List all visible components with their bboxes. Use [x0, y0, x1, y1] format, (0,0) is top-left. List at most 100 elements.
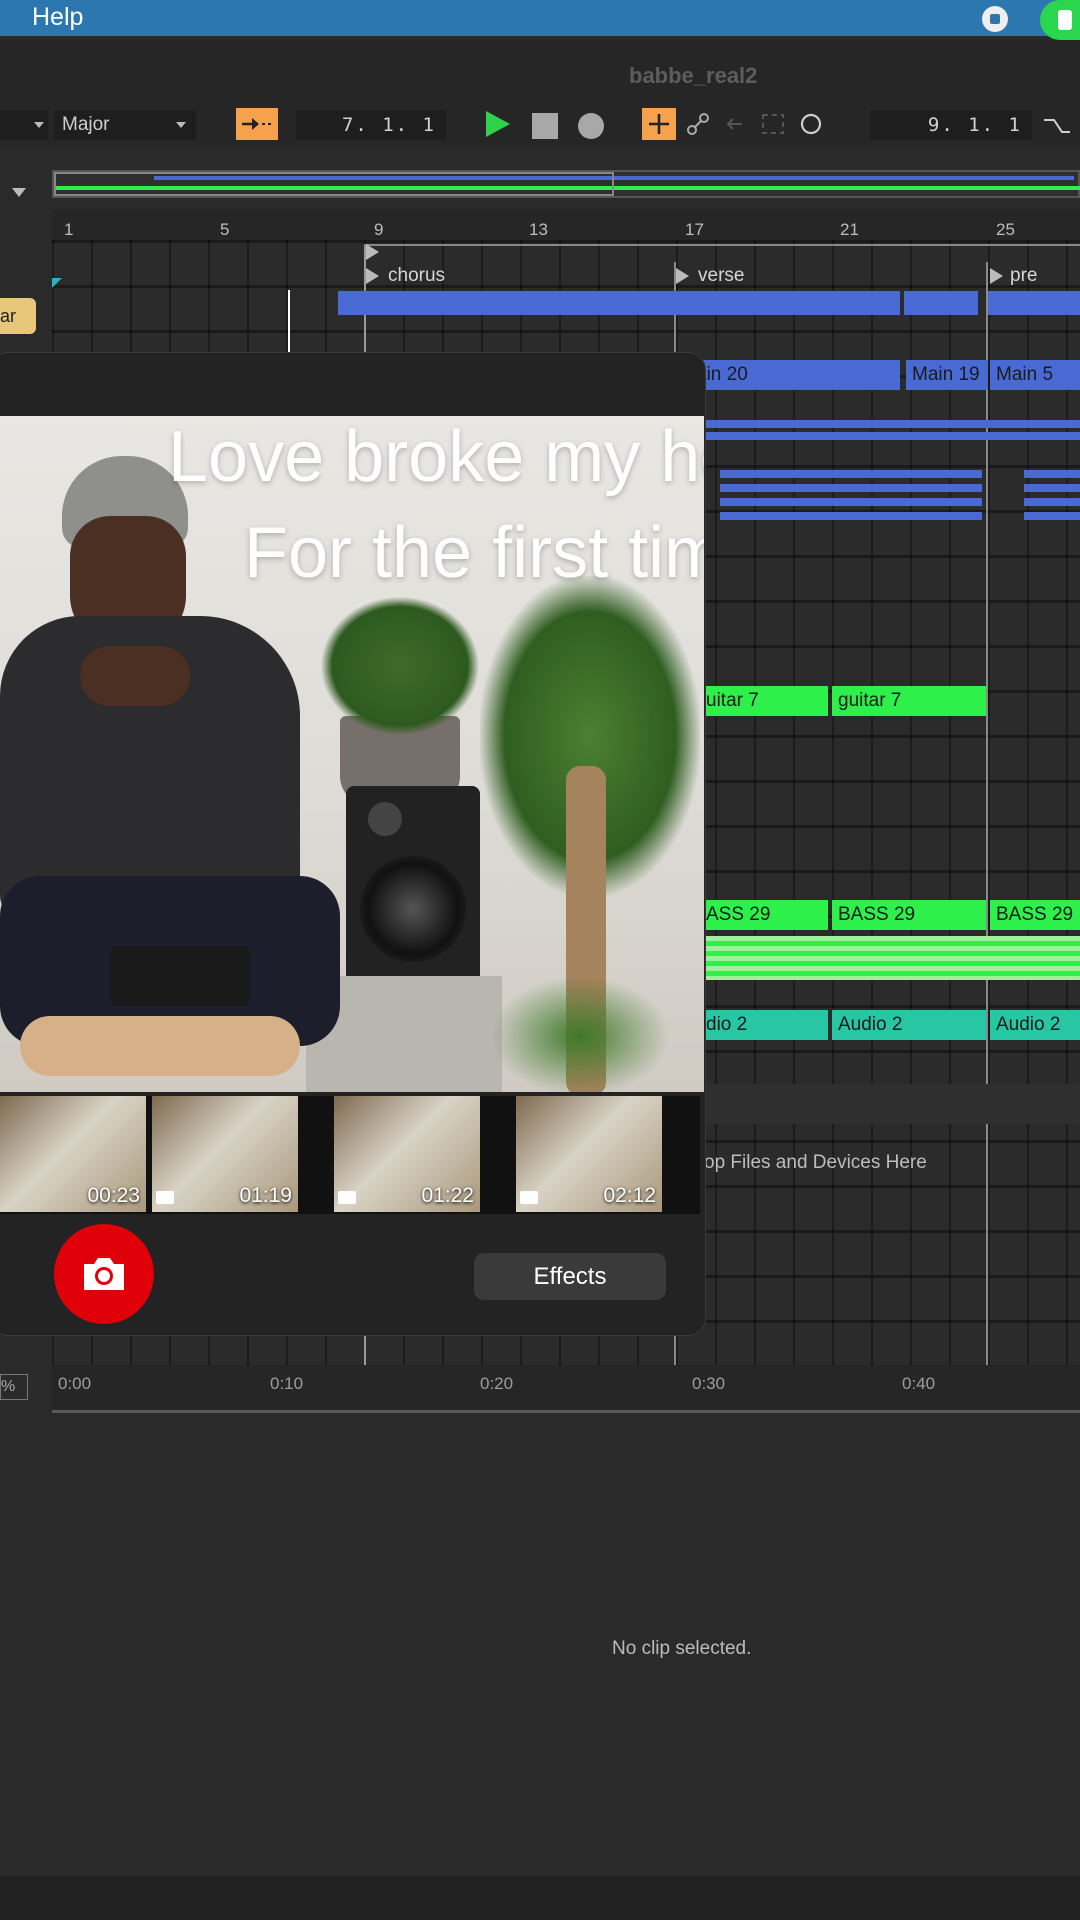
bass-clip[interactable]: BASS 29: [990, 900, 1080, 930]
main-clip[interactable]: Main 19: [906, 360, 988, 390]
loop-circle-icon[interactable]: [797, 110, 825, 138]
time-label: 0:10: [270, 1374, 304, 1393]
midi-notes: [1024, 470, 1080, 478]
midi-clip[interactable]: [904, 291, 978, 315]
automation-arm-icon[interactable]: [684, 110, 712, 138]
thumbnail-duration: 01:19: [239, 1184, 292, 1207]
video-caption-line1: Love broke my heart: [168, 417, 704, 497]
time-label: 0:00: [58, 1374, 92, 1393]
chevron-down-icon[interactable]: [12, 188, 26, 197]
main-clip[interactable]: Main 5: [990, 360, 1080, 390]
help-menu[interactable]: Help: [32, 3, 83, 32]
stool: [20, 1016, 300, 1076]
thumbnail[interactable]: 01:19: [152, 1096, 298, 1212]
locator-icon[interactable]: [676, 268, 689, 284]
person-hand: [80, 646, 190, 706]
follow-arrow-icon: [242, 118, 274, 130]
bar-number: 1: [64, 220, 74, 239]
scale-value: Major: [62, 114, 110, 135]
play-icon[interactable]: [482, 108, 512, 140]
thumbnail[interactable]: 02:12: [516, 1096, 662, 1212]
drum-machine: [110, 946, 250, 1006]
audio-clip[interactable]: Audio 2: [990, 1010, 1080, 1040]
camera-icon: [84, 1258, 124, 1290]
locator-icon[interactable]: [990, 268, 1003, 284]
speaker: [346, 786, 480, 986]
playhead[interactable]: [288, 290, 290, 356]
bass-waveform[interactable]: [700, 936, 1080, 980]
bar-number: 9: [374, 220, 384, 239]
capture-icon[interactable]: [760, 112, 786, 136]
status-bar: [0, 1876, 1080, 1920]
time-label: 0:30: [692, 1374, 726, 1393]
time-label: 0:40: [902, 1374, 936, 1393]
root-note-dropdown[interactable]: [0, 110, 48, 140]
bass-clip[interactable]: BASS 29: [832, 900, 986, 930]
scale-dropdown[interactable]: Major: [54, 110, 196, 140]
main-clip[interactable]: ain 20: [690, 360, 900, 390]
loop-start-icon[interactable]: [366, 244, 379, 260]
arrangement-overview[interactable]: [52, 170, 1080, 198]
video-caption-line2: For the first time: [244, 513, 704, 593]
bar-number: 17: [685, 220, 704, 239]
loop-brace[interactable]: [364, 244, 1080, 246]
video-preview[interactable]: Love broke my heart For the first time: [0, 416, 704, 1092]
bar-number: 5: [220, 220, 230, 239]
track-tag[interactable]: ar: [0, 298, 36, 334]
overdub-button[interactable]: [642, 108, 676, 140]
follow-button[interactable]: [236, 108, 278, 140]
plant-leaves: [490, 976, 670, 1092]
bass-clip[interactable]: ASS 29: [700, 900, 828, 930]
window-title: babbe_real2: [629, 63, 758, 88]
window-titlebar: [0, 40, 1080, 112]
punch-icon[interactable]: [1042, 112, 1072, 138]
status-pill-icon[interactable]: [1040, 0, 1080, 40]
arrangement-position[interactable]: 7. 1. 1: [296, 110, 446, 140]
audio-clip[interactable]: Audio 2: [832, 1010, 986, 1040]
back-to-arrangement-icon[interactable]: [722, 112, 748, 136]
bar-number: 21: [840, 220, 859, 239]
return-track-row[interactable]: [700, 1084, 1080, 1124]
detail-view: [0, 1420, 1080, 1875]
menu-bar: Help: [0, 0, 1080, 36]
beat-ruler[interactable]: [52, 210, 1080, 240]
audio-clip[interactable]: dio 2: [700, 1010, 828, 1040]
thumbnail-duration: 02:12: [603, 1184, 656, 1207]
zoom-percent[interactable]: %: [0, 1374, 28, 1400]
overview-viewport[interactable]: [54, 172, 614, 196]
no-clip-selected-text: No clip selected.: [612, 1638, 752, 1659]
locator-icon[interactable]: [366, 268, 379, 284]
locator-pre[interactable]: pre: [1010, 265, 1037, 287]
midi-clip[interactable]: [988, 291, 1080, 315]
midi-notes: [700, 432, 1080, 440]
midi-notes: [720, 470, 982, 478]
thumbnail[interactable]: 00:23: [0, 1096, 146, 1212]
record-icon[interactable]: [578, 113, 604, 139]
midi-notes: [1024, 498, 1080, 506]
midi-clip[interactable]: [338, 291, 900, 315]
midi-notes: [700, 420, 1080, 428]
midi-notes: [720, 484, 982, 492]
video-camera-icon: [338, 1191, 356, 1204]
screen-recording-icon[interactable]: [982, 6, 1008, 32]
loop-start-position[interactable]: 9. 1. 1: [870, 110, 1032, 140]
thumbnail[interactable]: 01:22: [334, 1096, 480, 1212]
locator-chorus[interactable]: chorus: [388, 265, 445, 287]
midi-notes: [720, 512, 982, 520]
guitar-clip[interactable]: guitar 7: [832, 686, 986, 716]
effects-button[interactable]: Effects: [474, 1253, 666, 1300]
video-camera-icon: [520, 1191, 538, 1204]
plus-icon: [649, 114, 669, 134]
guitar-clip[interactable]: uitar 7: [700, 686, 828, 716]
track-tag-label: ar: [0, 306, 17, 326]
shutter-button[interactable]: [54, 1224, 154, 1324]
thumbnail-duration: 00:23: [87, 1184, 140, 1207]
stop-icon[interactable]: [532, 113, 558, 139]
chevron-down-icon: [34, 122, 44, 128]
bar-number: 25: [996, 220, 1015, 239]
drop-files-hint: op Files and Devices Here: [704, 1152, 927, 1173]
speaker-woofer: [360, 856, 466, 962]
chevron-down-icon: [176, 122, 186, 128]
time-label: 0:20: [480, 1374, 514, 1393]
locator-verse[interactable]: verse: [698, 265, 744, 287]
